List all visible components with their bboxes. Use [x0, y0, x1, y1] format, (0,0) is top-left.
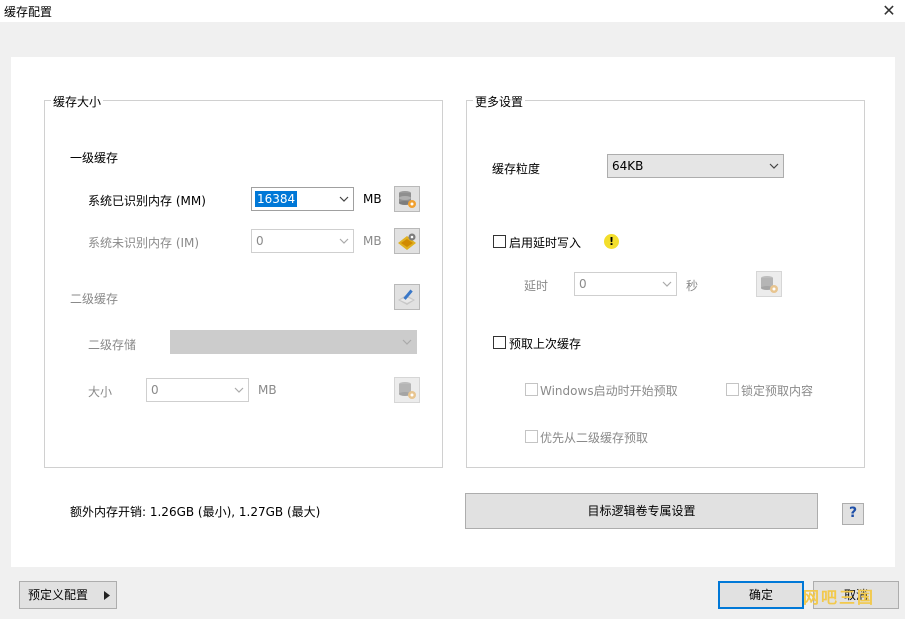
- database-settings-button[interactable]: [394, 186, 420, 212]
- memory-chip-gear-icon: [398, 233, 416, 250]
- watermark-logo: 网吧三国: [802, 588, 875, 607]
- chevron-down-icon: [234, 387, 244, 393]
- l2-cache-edit-button[interactable]: [394, 284, 420, 310]
- title-bar: 缓存配置 ✕: [0, 0, 905, 22]
- disk-pen-icon: [398, 289, 415, 305]
- preset-config-button[interactable]: 预定义配置: [19, 581, 117, 609]
- help-icon: ?: [848, 505, 858, 521]
- l2-storage-combo[interactable]: [170, 330, 417, 354]
- l1-cache-label: 一级缓存: [70, 151, 119, 165]
- l2-storage-label: 二级存储: [88, 338, 137, 352]
- windows-start-prefetch-checkbox[interactable]: [525, 383, 538, 396]
- recognized-memory-combo[interactable]: 16384: [251, 187, 354, 211]
- recognized-memory-unit: MB: [363, 192, 382, 206]
- granularity-select[interactable]: 64KB: [607, 154, 784, 178]
- unrecognized-memory-unit: MB: [363, 234, 382, 248]
- granularity-label: 缓存粒度: [492, 162, 541, 176]
- delay-value: 0: [579, 277, 587, 291]
- more-settings-group-title: 更多设置: [473, 93, 526, 110]
- ok-button[interactable]: 确定: [718, 581, 804, 609]
- chevron-down-icon: [339, 196, 349, 202]
- lock-prefetch-checkbox[interactable]: [726, 383, 739, 396]
- chevron-down-icon: [769, 163, 779, 169]
- delay-label: 延时: [524, 279, 549, 293]
- granularity-value: 64KB: [612, 159, 644, 173]
- database-gear-icon: [761, 276, 778, 293]
- recognized-memory-value: 16384: [255, 191, 298, 207]
- unrecognized-memory-label: 系统未识别内存 (IM): [88, 236, 200, 250]
- target-volume-settings-button[interactable]: 目标逻辑卷专属设置: [465, 493, 818, 529]
- close-icon[interactable]: ✕: [879, 1, 899, 21]
- l2-cache-label: 二级缓存: [70, 292, 119, 306]
- l2-size-unit: MB: [258, 383, 277, 397]
- database-gear-icon: [399, 382, 416, 399]
- chevron-down-icon: [339, 238, 349, 244]
- prefetch-label: 预取上次缓存: [509, 337, 582, 351]
- dialog-content: 缓存大小 一级缓存 系统已识别内存 (MM) 16384 MB 系统未识别内存 …: [11, 57, 895, 567]
- l2-size-label: 大小: [88, 385, 113, 399]
- l2-database-button[interactable]: [394, 377, 420, 403]
- l2-size-combo[interactable]: 0: [146, 378, 249, 402]
- memory-chip-button[interactable]: [394, 228, 420, 254]
- prefer-l2-prefetch-checkbox[interactable]: [525, 430, 538, 443]
- windows-start-prefetch-label: Windows启动时开始预取: [540, 384, 678, 398]
- cache-size-group-title: 缓存大小: [51, 93, 104, 110]
- delay-database-button[interactable]: [756, 271, 782, 297]
- delay-unit: 秒: [686, 279, 699, 293]
- prefetch-checkbox[interactable]: [493, 336, 506, 349]
- recognized-memory-label: 系统已识别内存 (MM): [88, 194, 206, 208]
- warning-icon: !: [604, 234, 619, 249]
- memory-overhead-text: 额外内存开销: 1.26GB (最小), 1.27GB (最大): [70, 505, 321, 519]
- unrecognized-memory-value: 0: [256, 234, 264, 248]
- help-button[interactable]: ?: [842, 503, 864, 525]
- lock-prefetch-label: 锁定预取内容: [741, 384, 814, 398]
- prefer-l2-prefetch-label: 优先从二级缓存预取: [540, 431, 649, 445]
- deferred-write-checkbox[interactable]: [493, 235, 506, 248]
- chevron-down-icon: [402, 339, 412, 345]
- unrecognized-memory-combo[interactable]: 0: [251, 229, 354, 253]
- window-title: 缓存配置: [4, 5, 53, 19]
- database-gear-icon: [399, 191, 416, 208]
- cache-size-group: 缓存大小 一级缓存 系统已识别内存 (MM) 16384 MB 系统未识别内存 …: [44, 93, 443, 468]
- chevron-down-icon: [662, 281, 672, 287]
- delay-combo[interactable]: 0: [574, 272, 677, 296]
- deferred-write-label: 启用延时写入: [509, 236, 582, 250]
- more-settings-group: 更多设置 缓存粒度 64KB 启用延时写入 ! 延时 0 秒 预取上次缓存 Wi…: [466, 93, 865, 468]
- preset-config-label: 预定义配置: [28, 588, 89, 602]
- l2-size-value: 0: [151, 383, 159, 397]
- triangle-right-icon: [104, 591, 110, 600]
